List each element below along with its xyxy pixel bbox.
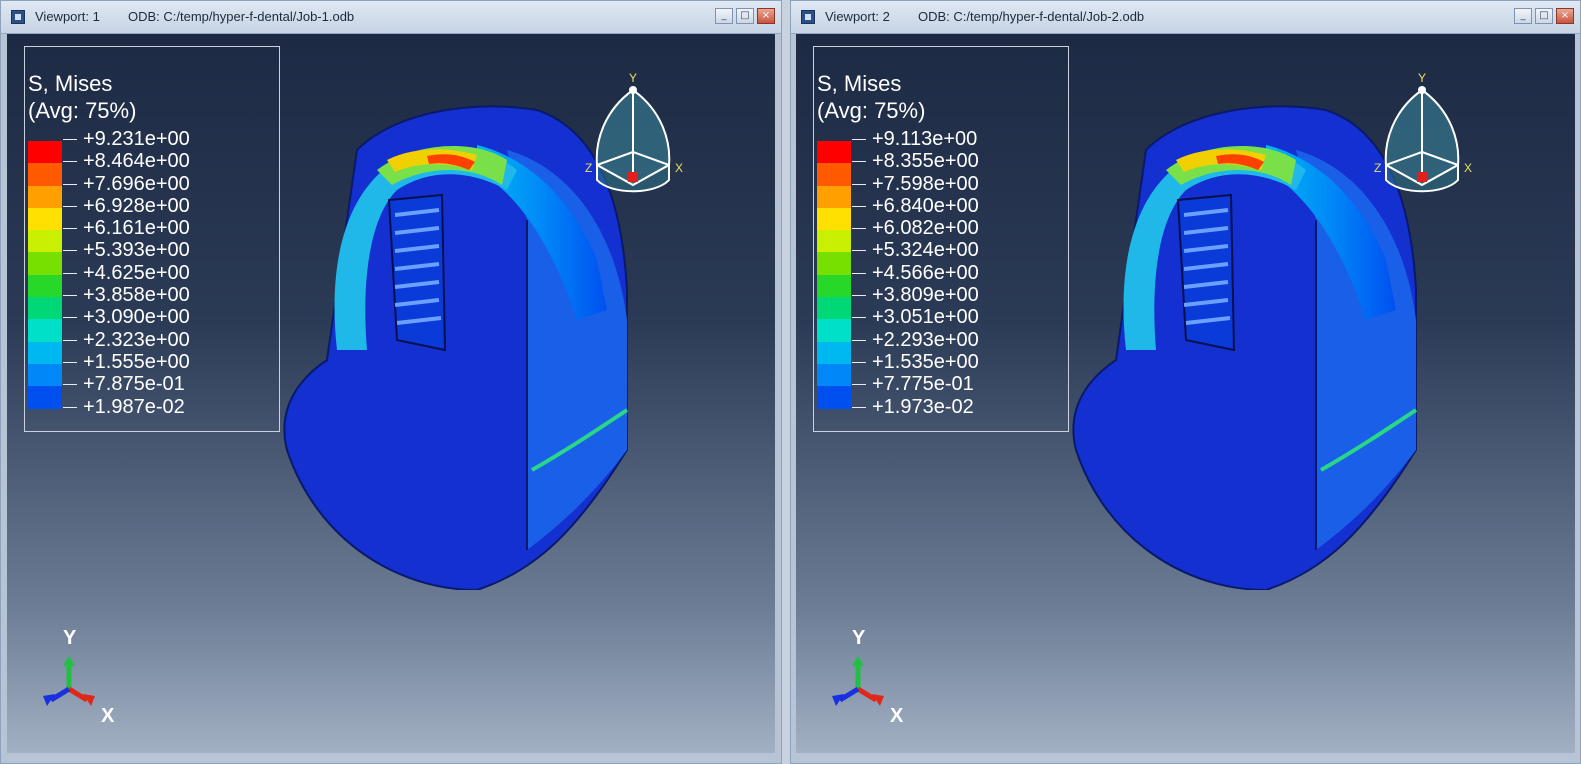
viewcube-z-label: Z [1374,161,1381,175]
legend-swatch [817,163,851,186]
legend-swatch [28,207,62,231]
minimize-button[interactable]: _ [715,8,733,24]
legend-swatch [817,141,851,164]
viewport-title-bar[interactable]: Viewport: 1 ODB: C:/temp/hyper-f-dental/… [1,1,781,34]
triad-y-label: Y [852,627,866,649]
legend-swatch [817,319,851,342]
legend-swatch [817,252,851,275]
legend-swatch [28,230,62,253]
view-cube-icon[interactable]: Y Z X [585,70,695,210]
minimize-button[interactable]: _ [1514,8,1532,24]
legend-title: S, Mises [28,71,113,96]
legend-color-bar [28,141,62,409]
viewcube-z-label: Z [585,161,592,175]
close-button[interactable]: × [757,8,775,24]
legend-swatch [817,185,851,208]
coordinate-triad-icon: Y Z X [43,627,115,727]
close-button[interactable]: × [1556,8,1574,24]
legend-swatch [817,363,851,387]
viewport-menu-icon[interactable] [11,10,25,24]
viewcube-y-label: Y [629,71,637,85]
triad-y-label: Y [63,627,77,649]
coordinate-triad-icon: Y Z X [832,627,904,727]
triad-x-label: X [890,705,904,727]
legend-swatch [817,274,851,298]
viewport-2-window[interactable]: Viewport: 2 ODB: C:/temp/hyper-f-dental/… [790,0,1581,764]
legend-swatch [28,252,62,275]
legend-swatch [28,185,62,208]
legend-title: S, Mises [817,71,902,96]
triad-x-label: X [101,705,115,727]
legend-swatch [28,363,62,387]
legend-color-bar [817,141,851,409]
legend-swatch [817,386,851,409]
legend-averaging: (Avg: 75%) [817,98,926,123]
legend-swatch [28,297,62,320]
viewcube-x-label: X [675,161,683,175]
legend-swatch [817,207,851,231]
viewport-title: Viewport: 1 [35,9,100,24]
viewcube-x-label: X [1464,161,1472,175]
odb-path: ODB: C:/temp/hyper-f-dental/Job-1.odb [128,9,355,24]
legend-swatch [28,163,62,186]
legend-averaging: (Avg: 75%) [28,98,137,123]
view-cube-icon[interactable]: Y Z X [1374,70,1484,210]
legend-swatch [28,386,62,409]
legend-swatch [817,230,851,253]
maximize-button[interactable]: □ [1535,8,1553,24]
viewport-canvas[interactable]: S, Mises (Avg: 75%) +9.113e+00 +8.355e+0… [796,34,1575,753]
legend-swatch [28,319,62,342]
odb-path: ODB: C:/temp/hyper-f-dental/Job-2.odb [918,9,1145,24]
legend-swatch [817,341,851,364]
viewport-canvas[interactable]: S, Mises (Avg: 75%) +9.231e+00 +8.464e+0… [7,34,775,753]
maximize-button[interactable]: □ [736,8,754,24]
legend-swatch [28,274,62,298]
viewport-title: Viewport: 2 [825,9,890,24]
legend-swatch [28,341,62,364]
viewport-title-bar[interactable]: Viewport: 2 ODB: C:/temp/hyper-f-dental/… [791,1,1580,34]
legend-swatch [817,297,851,320]
viewport-1-window[interactable]: Viewport: 1 ODB: C:/temp/hyper-f-dental/… [0,0,782,764]
legend-swatch [28,141,62,164]
viewport-menu-icon[interactable] [801,10,815,24]
viewcube-y-label: Y [1418,71,1426,85]
